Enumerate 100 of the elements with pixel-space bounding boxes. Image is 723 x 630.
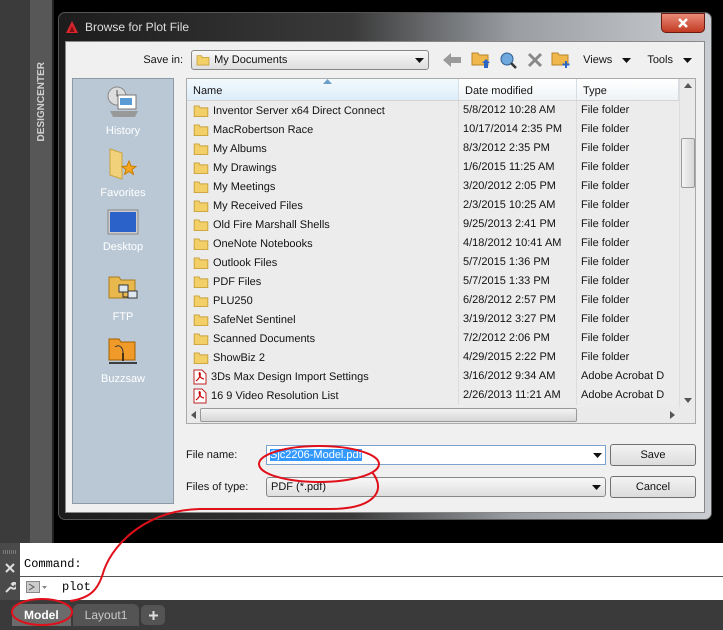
sort-arrow-icon <box>322 79 332 84</box>
file-name-cell[interactable]: My Received Files <box>187 196 459 215</box>
scroll-right-icon[interactable] <box>670 411 675 419</box>
vertical-scrollbar[interactable] <box>679 79 695 407</box>
folder-icon <box>193 294 209 308</box>
date-cell: 3/19/2012 3:27 PM <box>459 310 577 329</box>
column-header[interactable]: Name <box>187 79 459 100</box>
scrollbar-thumb[interactable] <box>200 408 577 422</box>
cancel-button[interactable]: Cancel <box>610 476 696 498</box>
scroll-up-icon[interactable] <box>684 83 692 88</box>
dropdown-arrow-icon <box>622 58 632 62</box>
file-name-cell[interactable]: My Albums <box>187 139 459 158</box>
file-name-cell[interactable]: My Drawings <box>187 158 459 177</box>
date-cell: 6/28/2012 2:57 PM <box>459 291 577 310</box>
command-prompt-icon[interactable] <box>26 581 48 593</box>
column-header[interactable]: Date modified <box>459 79 577 100</box>
type-cell-text: File folder <box>580 179 630 194</box>
layout-tab[interactable]: Layout1 <box>72 604 140 626</box>
folder-up-icon[interactable] <box>471 51 492 69</box>
window-title: Browse for Plot File <box>85 20 190 34</box>
folder-icon <box>193 256 209 270</box>
close-icon[interactable] <box>5 562 15 572</box>
type-cell-text: File folder <box>580 350 630 365</box>
history-icon <box>106 85 140 119</box>
date-cell: 4/29/2015 2:22 PM <box>459 348 577 367</box>
annotation-circle <box>11 598 73 626</box>
palette-title: DESIGNCENTER <box>36 62 46 142</box>
toolbar-menu-button[interactable]: Tools <box>643 54 696 66</box>
folder-icon <box>193 312 209 326</box>
type-cell-text: File folder <box>580 255 630 270</box>
scrollbar-thumb[interactable] <box>680 138 694 188</box>
type-cell-text: File folder <box>580 122 630 137</box>
close-button[interactable] <box>661 13 705 33</box>
type-cell-text: Adobe Acrobat D <box>580 369 666 384</box>
plus-icon <box>148 610 158 620</box>
desktop-icon <box>106 209 139 235</box>
type-cell-text: Adobe Acrobat D <box>580 388 666 403</box>
pdf-icon <box>193 388 207 404</box>
date-cell: 5/7/2015 1:36 PM <box>459 253 577 272</box>
type-cell-text: File folder <box>580 103 630 118</box>
file-name-cell[interactable]: OneNote Notebooks <box>187 234 459 253</box>
dropdown-arrow-icon <box>415 58 424 62</box>
date-cell: 2/26/2013 11:21 AM <box>459 386 577 405</box>
date-cell: 10/17/2014 2:35 PM <box>459 120 577 139</box>
dropdown-arrow-icon <box>592 484 601 490</box>
save-in-label: Save in: <box>142 54 184 66</box>
type-cell-text: File folder <box>580 236 630 251</box>
file-name-cell[interactable]: Outlook Files <box>187 253 459 272</box>
date-cell: 3/16/2012 9:34 AM <box>459 367 577 386</box>
folder-icon <box>193 142 209 156</box>
file-name-cell[interactable]: SafeNet Sentinel <box>187 310 459 329</box>
file-name-cell[interactable]: MacRobertson Race <box>187 120 459 139</box>
file-name-cell[interactable]: ShowBiz 2 <box>187 348 459 367</box>
type-cell-text: File folder <box>580 141 630 156</box>
date-cell: 1/6/2015 11:25 AM <box>459 158 577 177</box>
app-logo-icon <box>65 20 79 34</box>
folder-icon <box>193 274 209 288</box>
date-cell: 9/25/2013 2:41 PM <box>459 215 577 234</box>
date-cell: 4/18/2012 10:41 AM <box>459 234 577 253</box>
file-name-cell[interactable]: My Meetings <box>187 177 459 196</box>
type-cell-text: File folder <box>580 198 630 213</box>
date-cell: 8/3/2012 2:35 PM <box>459 139 577 158</box>
scroll-left-icon[interactable] <box>191 411 196 419</box>
save-button[interactable]: Save <box>610 444 696 466</box>
folder-icon <box>193 180 209 194</box>
date-cell: 5/8/2012 10:28 AM <box>459 101 577 120</box>
folder-icon <box>193 236 209 250</box>
new-folder-icon[interactable] <box>551 51 572 69</box>
close-icon <box>678 18 688 28</box>
file-name-cell[interactable]: PLU250 <box>187 291 459 310</box>
add-layout-button[interactable] <box>141 605 166 625</box>
file-name-cell[interactable]: 16 9 Video Resolution List <box>187 386 459 405</box>
type-cell-text: File folder <box>580 293 630 308</box>
toolbar-menu-button[interactable]: Views <box>579 54 636 66</box>
scroll-down-icon[interactable] <box>684 398 692 403</box>
pdf-icon <box>193 368 207 384</box>
grip-icon[interactable] <box>2 550 18 554</box>
delete-icon[interactable] <box>527 52 544 68</box>
dropdown-arrow-icon <box>683 58 692 62</box>
type-cell-text: File folder <box>580 217 630 232</box>
file-name-cell[interactable]: PDF Files <box>187 272 459 291</box>
file-type-label: Files of type: <box>186 481 250 493</box>
dropdown-arrow-icon <box>593 453 602 458</box>
file-type-dropdown[interactable]: PDF (*.pdf) <box>266 477 606 497</box>
type-cell-text: File folder <box>580 312 630 327</box>
folder-icon <box>193 332 209 346</box>
file-name-cell[interactable]: Scanned Documents <box>187 329 459 348</box>
save-in-dropdown[interactable]: My Documents <box>191 50 430 70</box>
folder-icon <box>193 122 209 136</box>
type-cell-text: File folder <box>580 160 630 175</box>
file-name-cell[interactable]: 3Ds Max Design Import Settings <box>187 367 459 386</box>
command-history-text: Command: <box>20 543 723 577</box>
file-name-cell[interactable]: Old Fire Marshall Shells <box>187 215 459 234</box>
folder-icon <box>193 198 209 212</box>
type-cell-text: File folder <box>580 274 630 289</box>
command-input-field[interactable]: plot <box>62 580 91 594</box>
type-cell-text: File folder <box>580 331 630 346</box>
favorites-folder-icon <box>108 147 138 181</box>
file-name-cell[interactable]: Inventor Server x64 Direct Connect <box>187 101 459 120</box>
folder-icon <box>193 350 209 364</box>
